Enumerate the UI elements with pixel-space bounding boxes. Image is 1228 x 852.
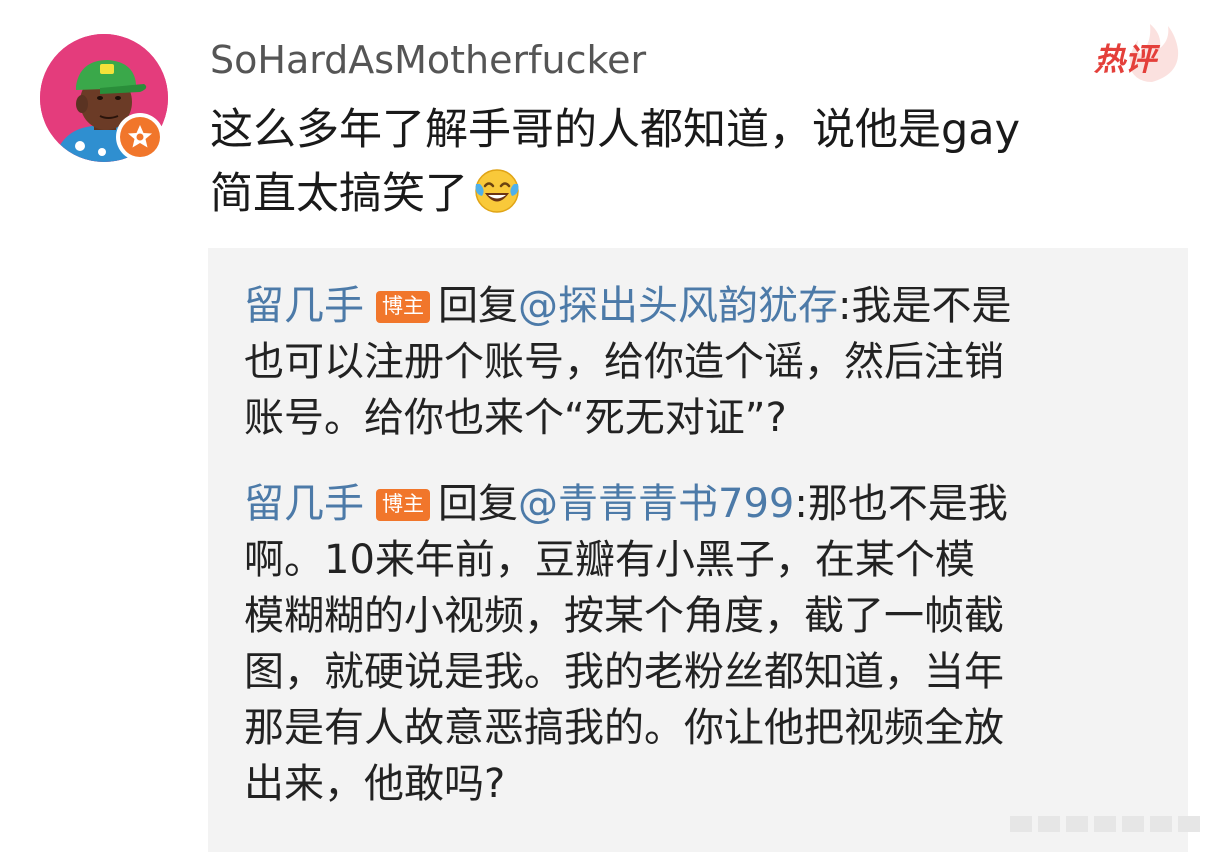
reply-text-line: 啊。10来年前，豆瓣有小黑子，在某个模	[244, 537, 975, 583]
reply-text-line: 出来，他敢吗?	[244, 761, 506, 807]
reply-text-line: 也可以注册个账号，给你造个谣，然后注销	[244, 339, 1004, 385]
reply-thread: 留几手 博主 回复@探出头风韵犹存:我是不是 也可以注册个账号，给你造个谣，然后注销…	[208, 248, 1188, 852]
laughing-crying-emoji-icon	[475, 169, 519, 213]
reply-text-start: :那也不是我	[794, 481, 1008, 527]
star-icon	[128, 125, 152, 148]
verified-badge	[116, 113, 164, 161]
reply-item: 留几手 博主 回复@青青青书799:那也不是我 啊。10来年前，豆瓣有小黑子，在某个…	[244, 476, 1144, 812]
comment-line: 简直太搞笑了	[210, 169, 468, 219]
mention-link[interactable]: @青青青书799	[518, 481, 794, 527]
reply-username[interactable]: 留几手	[244, 283, 364, 329]
comment-line: 这么多年了解手哥的人都知道，说他是gay	[210, 105, 1021, 155]
comment-text: 这么多年了解手哥的人都知道，说他是gay 简直太搞笑了	[210, 98, 1200, 226]
reply-username[interactable]: 留几手	[244, 481, 364, 527]
reply-item: 留几手 博主 回复@探出头风韵犹存:我是不是 也可以注册个账号，给你造个谣，然后注销…	[244, 278, 1144, 446]
reply-word: 回复	[438, 283, 518, 329]
reply-text-line: 那是有人故意恶搞我的。你让他把视频全放	[244, 705, 1004, 751]
reply-text-line: 账号。给你也来个“死无对证”?	[244, 395, 787, 441]
comment-card: SoHardAsMotherfucker 热评 这么多年了解手哥的人都知道，说他…	[0, 0, 1228, 852]
comment-username[interactable]: SoHardAsMotherfucker	[210, 36, 646, 84]
hot-comment-tag: 热评	[1090, 22, 1190, 88]
watermark	[1010, 812, 1220, 836]
hot-comment-label: 热评	[1094, 42, 1156, 78]
reply-word: 回复	[438, 481, 518, 527]
mention-link[interactable]: @探出头风韵犹存	[518, 283, 838, 329]
watermark-glyphs	[1010, 816, 1200, 832]
comment-line-with-emoji: 简直太搞笑了	[210, 162, 1200, 226]
reply-text-line: 模糊糊的小视频，按某个角度，截了一帧截	[244, 593, 1004, 639]
reply-text-line: 图，就硬说是我。我的老粉丝都知道，当年	[244, 649, 1004, 695]
author-badge: 博主	[376, 291, 430, 323]
reply-first-line: 留几手 博主 回复@青青青书799:那也不是我	[244, 476, 1144, 532]
reply-text-start: :我是不是	[838, 283, 1012, 329]
author-badge: 博主	[376, 489, 430, 521]
reply-first-line: 留几手 博主 回复@探出头风韵犹存:我是不是	[244, 278, 1144, 334]
